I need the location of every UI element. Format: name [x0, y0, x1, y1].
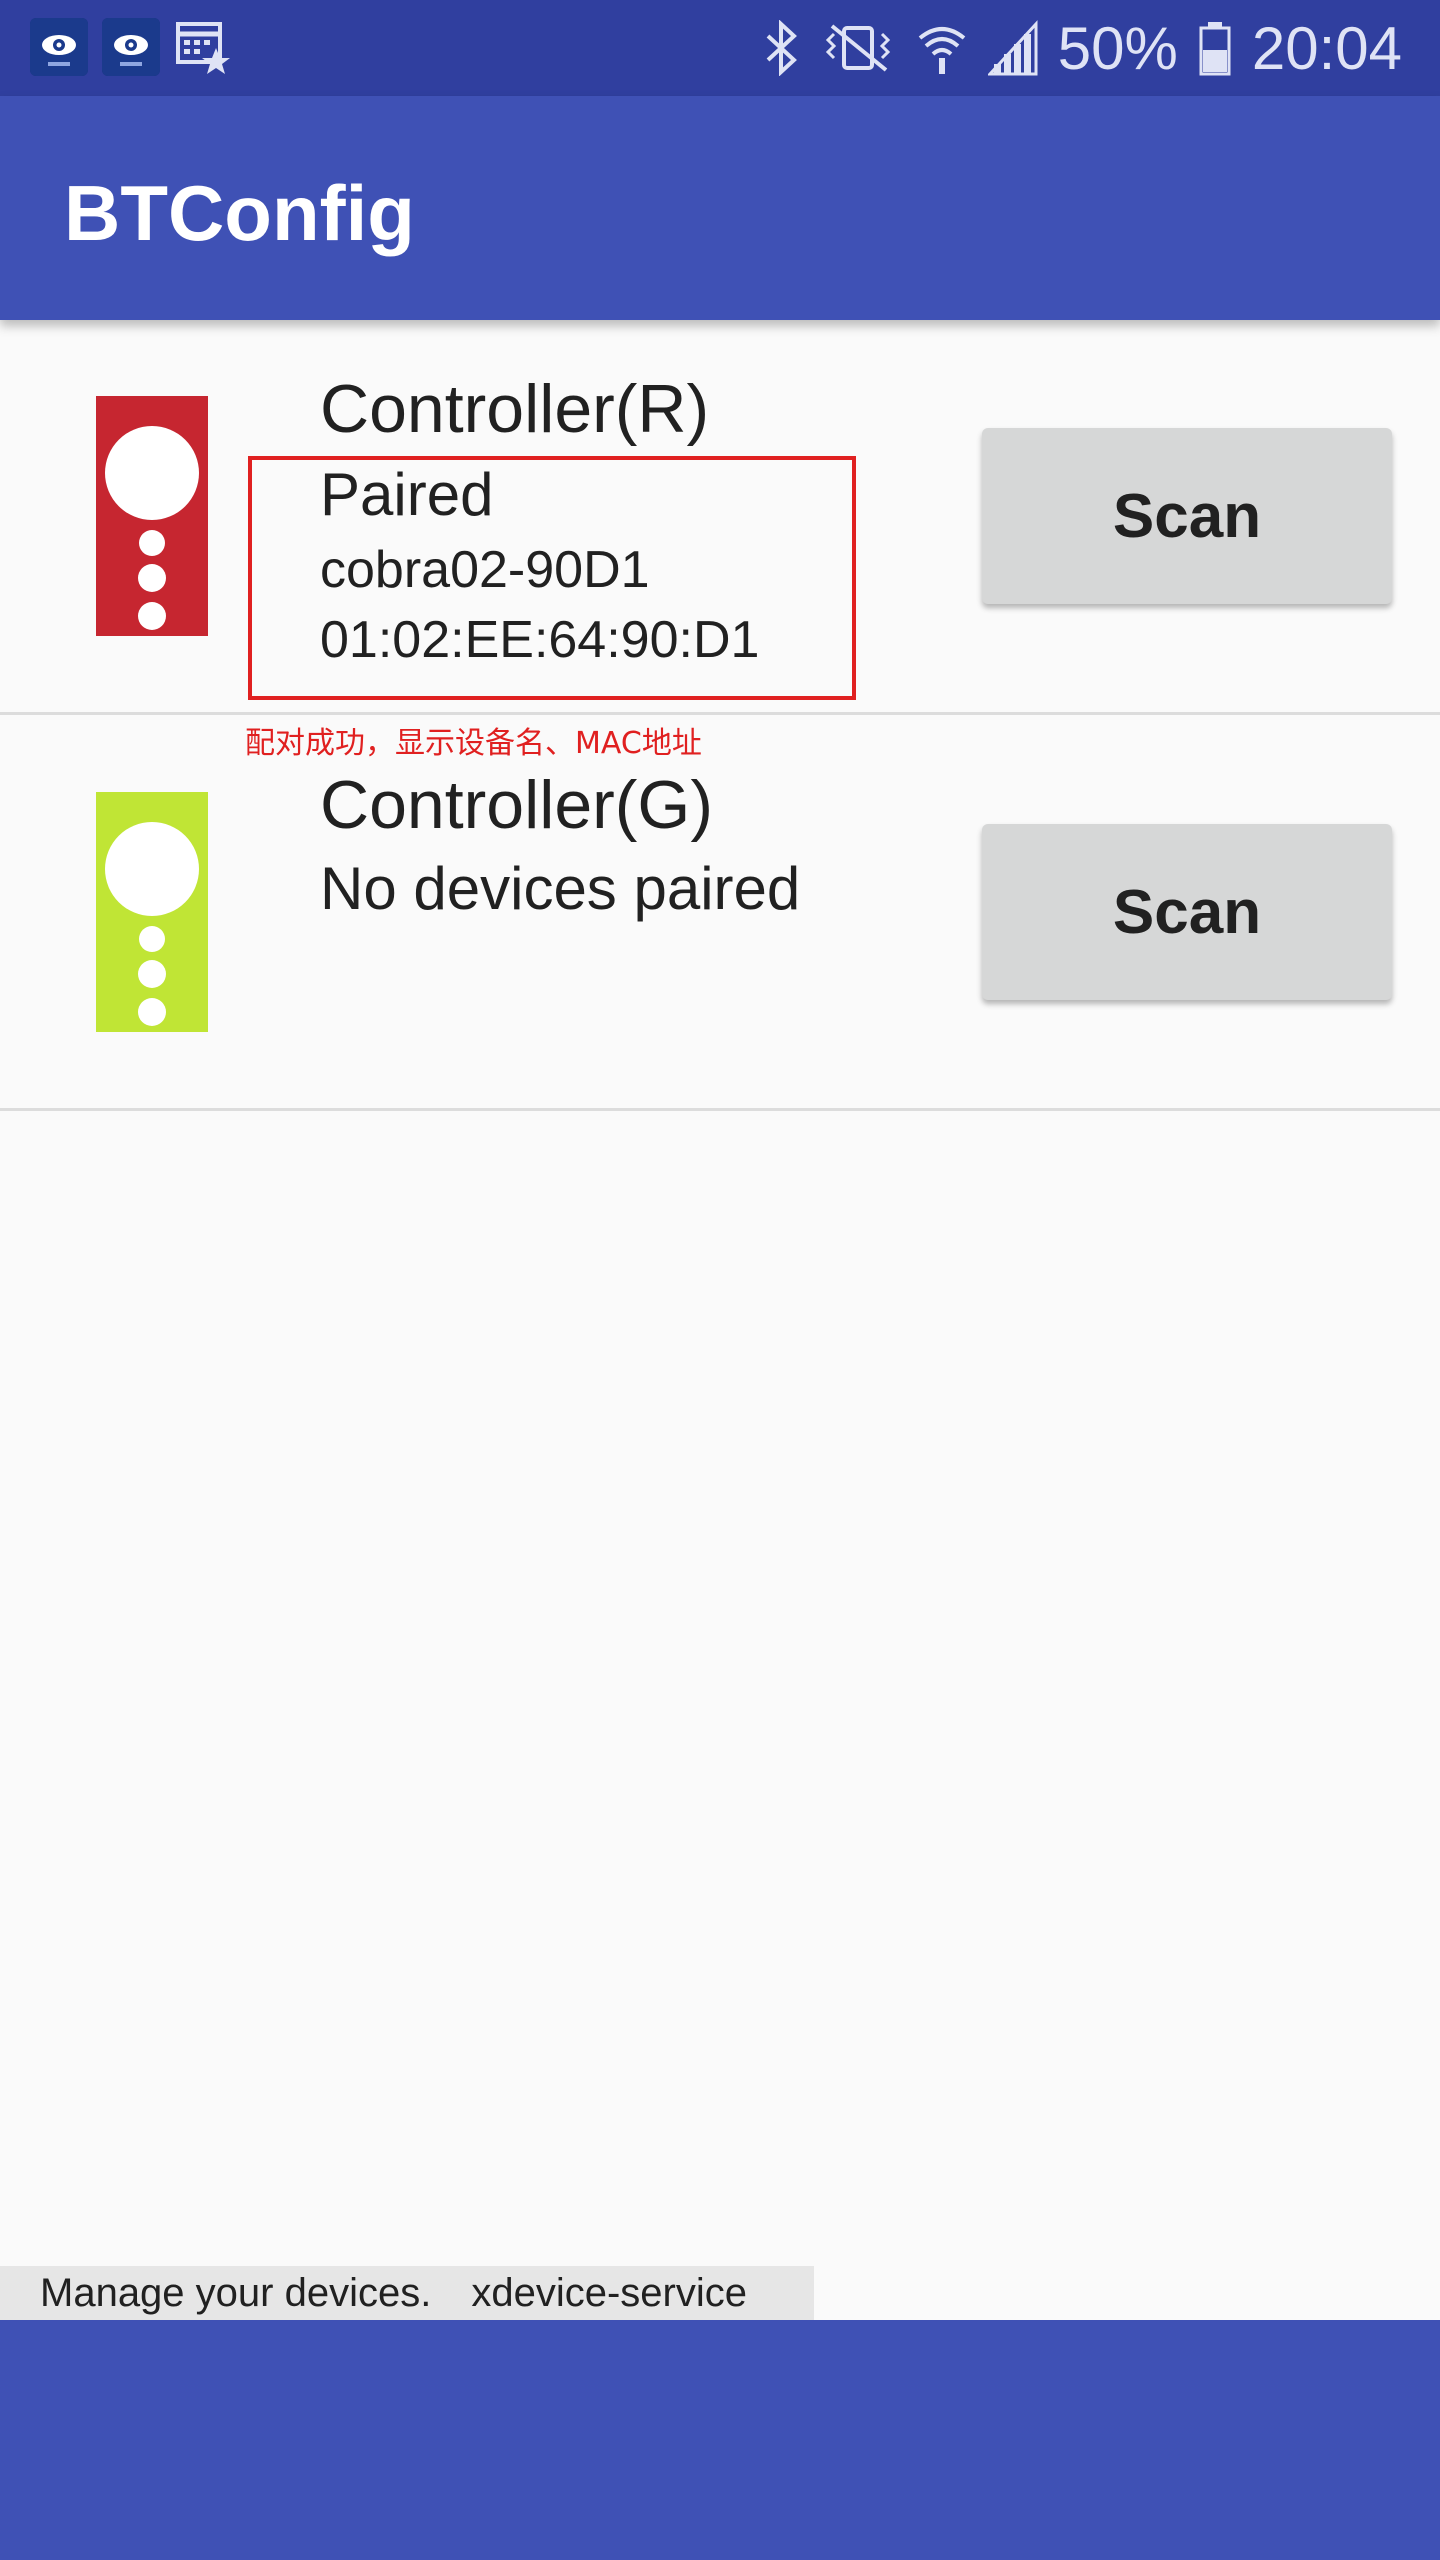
device-name-label: Controller(G): [320, 767, 713, 843]
gear-vr-icon: [30, 18, 88, 76]
divider: [0, 712, 1440, 715]
divider: [0, 1108, 1440, 1111]
annotation-box: [248, 456, 856, 700]
vibrate-mute-icon: [825, 24, 890, 72]
battery-percent: 50%: [1057, 14, 1178, 82]
device-name-label: Controller(R): [320, 371, 710, 447]
manage-devices-text: Manage your devices.: [40, 2271, 432, 2315]
device-row-controller-g: Controller(G) No devices paired Scan: [0, 716, 1440, 1112]
scan-button-r[interactable]: Scan: [982, 428, 1392, 604]
scan-button-g[interactable]: Scan: [982, 824, 1392, 1000]
app-title: BTConfig: [64, 169, 415, 257]
wifi-icon: [918, 27, 966, 74]
clock: 20:04: [1251, 14, 1402, 82]
bluetooth-icon: [766, 20, 797, 76]
calendar-star-icon: [174, 18, 232, 76]
gear-vr-icon: [102, 18, 160, 76]
bottom-bar: [0, 2320, 1440, 2560]
battery-icon: [1199, 22, 1231, 76]
footer-info: Manage your devices.xdevice-service 1: [0, 2266, 814, 2369]
status-bar: 50% 20:04: [0, 0, 1440, 96]
app-bar: BTConfig: [0, 96, 1440, 320]
controller-g-icon: [96, 792, 208, 1032]
controller-r-icon: [96, 396, 208, 636]
signal-icon: [987, 20, 1038, 76]
pair-status: No devices paired: [320, 855, 801, 922]
